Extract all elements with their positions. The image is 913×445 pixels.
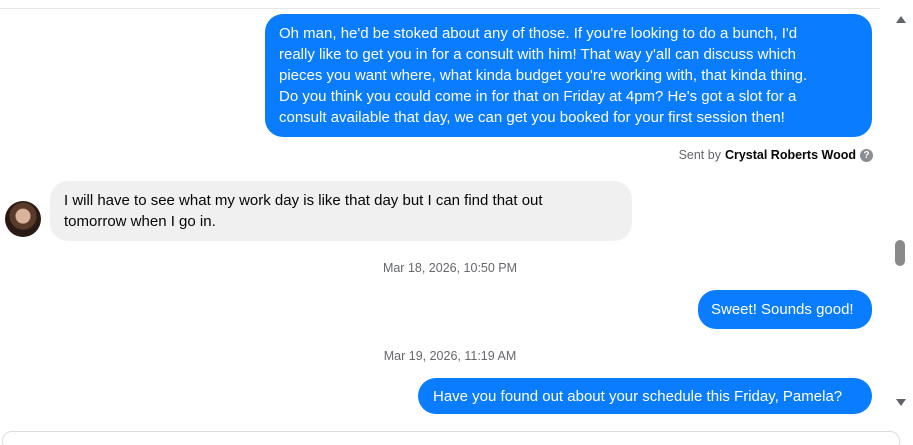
scrollbar[interactable] [892,8,910,412]
outgoing-message[interactable]: Have you found out about your schedule t… [418,378,872,414]
avatar[interactable] [5,201,41,237]
top-divider [0,8,880,9]
scroll-up-arrow-icon[interactable] [896,16,906,23]
message-composer[interactable] [2,431,900,445]
sent-by-info: Sent by Crystal Roberts Wood ? [679,148,873,162]
incoming-message[interactable]: I will have to see what my work day is l… [50,181,632,241]
outgoing-message[interactable]: Oh man, he'd be stoked about any of thos… [265,14,872,137]
sent-by-prefix: Sent by [678,148,721,162]
timestamp: Mar 18, 2026, 10:50 PM [382,261,518,275]
sender-name: Crystal Roberts Wood [724,148,856,162]
outgoing-message[interactable]: Sweet! Sounds good! [698,290,872,329]
question-circle-icon[interactable]: ? [860,148,873,162]
scroll-thumb[interactable] [895,240,905,266]
timestamp: Mar 19, 2026, 11:19 AM [383,349,517,363]
scroll-down-arrow-icon[interactable] [896,399,906,406]
